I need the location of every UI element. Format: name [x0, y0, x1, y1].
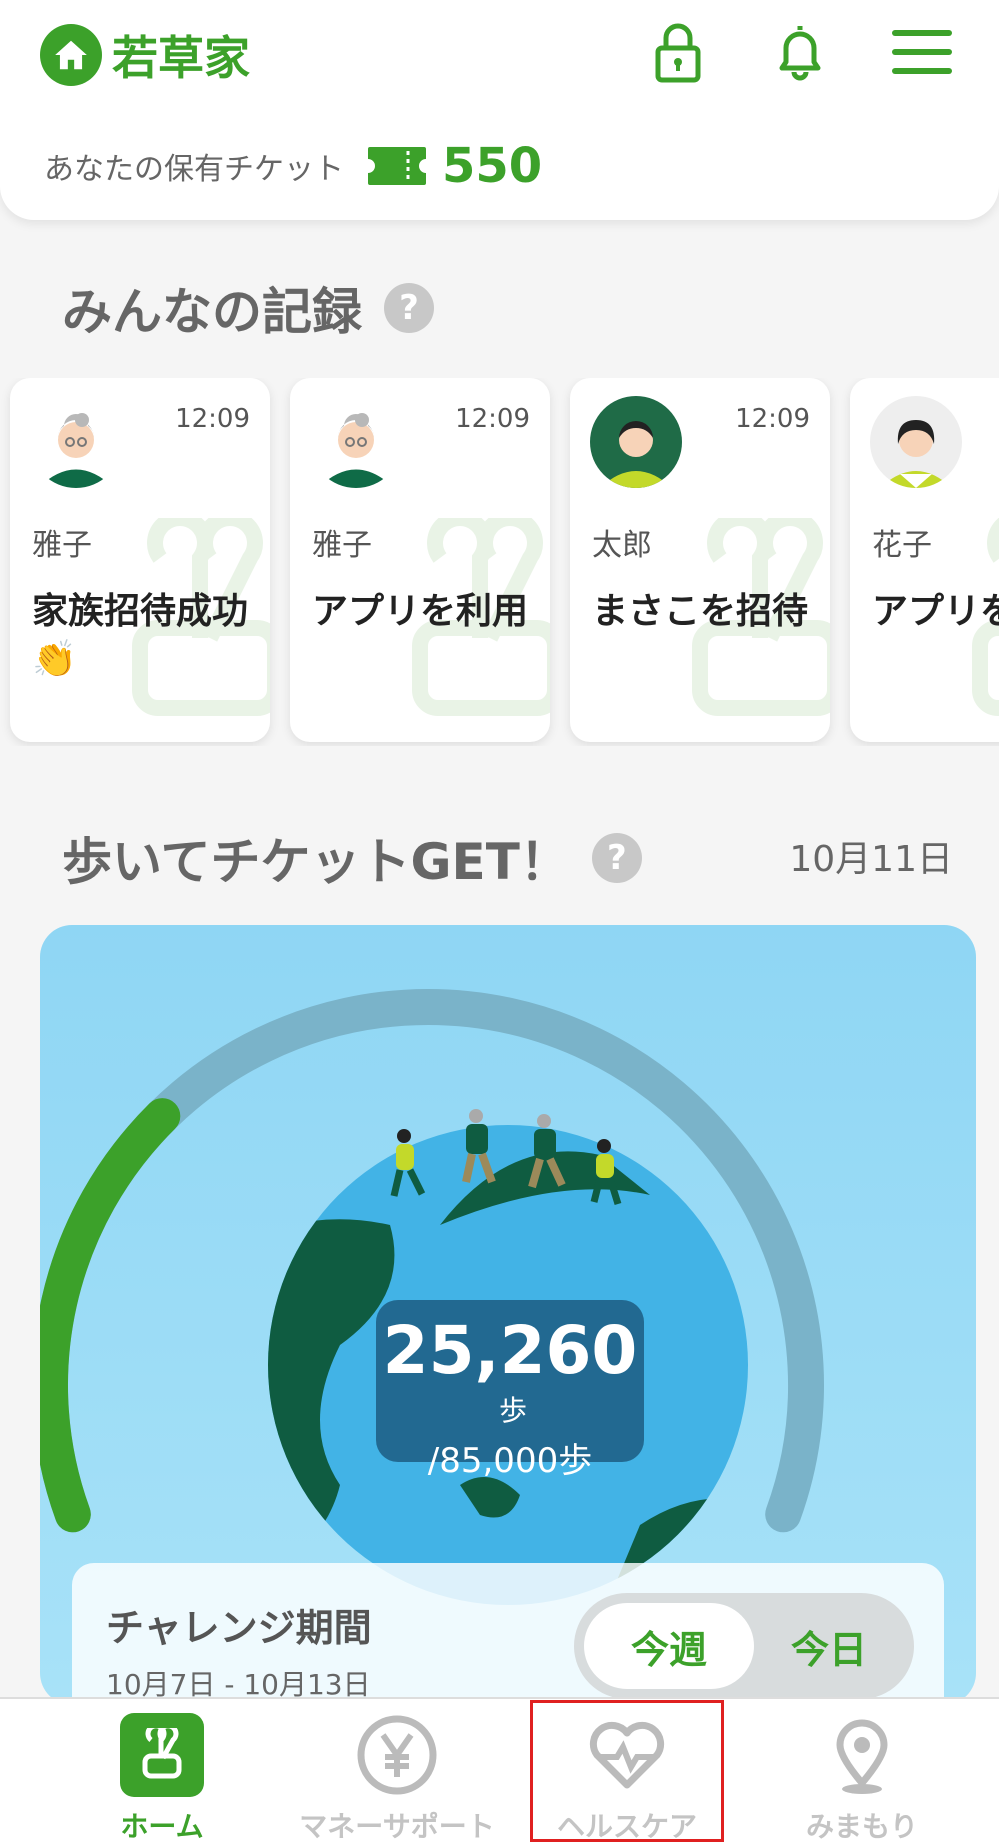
record-time: 12:09 [175, 404, 250, 434]
records-carousel[interactable]: 12:09 雅子 家族招待成功👏 12:09 雅子 アプリを利用 12:09 太… [0, 378, 999, 746]
steps-goal: /85,000歩 [427, 1441, 593, 1481]
walk-card: 25,260 歩 /85,000歩 チャレンジ期間 10月7日 - 10月13日 … [40, 925, 976, 1705]
gauge-progress [40, 1098, 181, 1533]
menu-icon[interactable] [890, 20, 954, 84]
record-card[interactable]: 12:09 雅子 アプリを利用 [290, 378, 550, 742]
header: 若草家 あなたの保有チケット 550 [0, 0, 999, 220]
nav-item-money-support[interactable]: マネーサポート [282, 1713, 512, 1845]
toggle-week[interactable]: 今週 [584, 1603, 754, 1689]
record-text: アプリを利用 [872, 591, 999, 632]
record-time: 12:09 [455, 404, 530, 434]
challenge-title: チャレンジ期間 [106, 1606, 372, 1650]
records-section-title: みんなの記録 ? [62, 272, 434, 344]
lock-icon[interactable] [646, 20, 710, 84]
avatar [310, 396, 402, 488]
steps-display: 25,260 歩 /85,000歩 [376, 1300, 644, 1481]
ticket-count: 550 [442, 138, 543, 194]
record-card[interactable]: 花子 アプリを利用 [850, 378, 999, 742]
avatar [30, 396, 122, 488]
nav-label: マネーサポート [299, 1810, 495, 1843]
nav-label: みまもり [805, 1810, 918, 1843]
record-card[interactable]: 12:09 太郎 まさこを招待 [570, 378, 830, 742]
ticket-icon [368, 147, 426, 185]
home-icon [40, 24, 102, 86]
record-text: まさこを招待 [592, 591, 809, 632]
bottom-nav: ホーム マネーサポート ヘルスケア みまもり [0, 1697, 999, 1845]
record-text: 家族招待成功👏 [32, 591, 249, 680]
record-text: アプリを利用 [312, 591, 529, 632]
nav-label: ホーム [120, 1810, 204, 1843]
highlight-box [530, 1700, 724, 1842]
ticket-label: あなたの保有チケット [44, 152, 344, 187]
app-name: 若草家 [112, 31, 250, 85]
records-help-icon[interactable]: ? [384, 283, 434, 333]
records-title: みんなの記録 [62, 283, 362, 341]
yen-icon [355, 1713, 439, 1797]
avatar [870, 396, 962, 488]
walk-section-title: 歩いてチケットGET！ ? [62, 822, 642, 894]
steps-count: 25,260 [382, 1312, 638, 1389]
bell-icon[interactable] [768, 20, 832, 84]
home-app-icon [120, 1713, 204, 1797]
walk-help-icon[interactable]: ? [591, 833, 642, 883]
record-time: 12:09 [735, 404, 810, 434]
record-name: 花子 [872, 528, 932, 563]
record-card[interactable]: 12:09 雅子 家族招待成功👏 [10, 378, 270, 742]
nav-item-home[interactable]: ホーム [112, 1713, 212, 1845]
challenge-panel: チャレンジ期間 10月7日 - 10月13日 今週 今日 [72, 1563, 944, 1705]
avatar [590, 396, 682, 488]
record-name: 太郎 [592, 528, 652, 563]
location-pin-icon [820, 1713, 904, 1797]
record-name: 雅子 [32, 528, 92, 563]
walk-date: 10月11日 [789, 839, 953, 880]
nav-item-watch[interactable]: みまもり [792, 1713, 932, 1845]
steps-unit: 歩 [498, 1394, 527, 1427]
toggle-today[interactable]: 今日 [754, 1603, 904, 1689]
ticket-summary: あなたの保有チケット 550 [44, 138, 542, 194]
brand[interactable]: 若草家 [40, 22, 250, 88]
record-name: 雅子 [312, 528, 372, 563]
period-toggle[interactable]: 今週 今日 [574, 1593, 914, 1699]
walk-title: 歩いてチケットGET！ [62, 833, 570, 891]
